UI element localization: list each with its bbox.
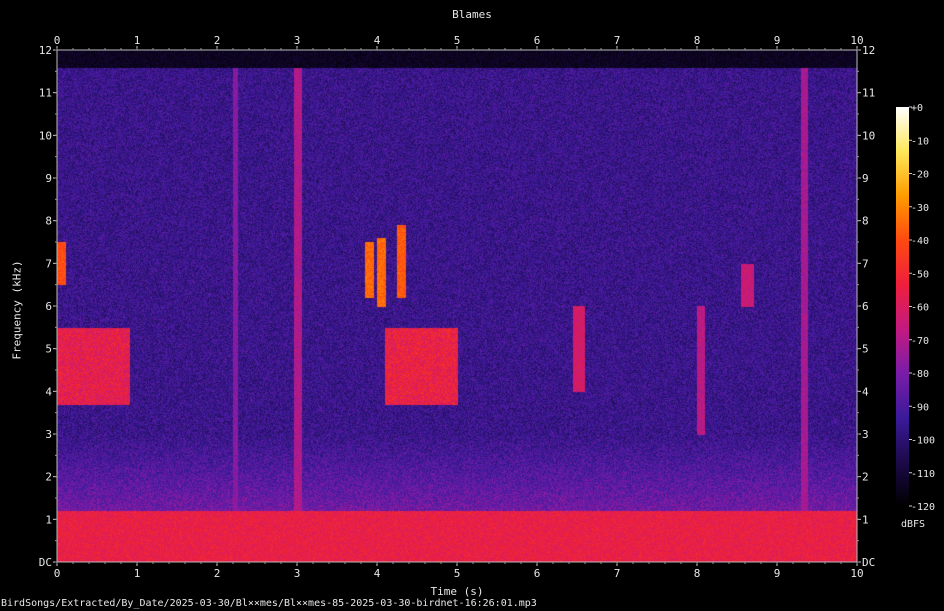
colorbar-tick-label: -40 — [911, 236, 929, 247]
y-tick-label-right: 7 — [862, 257, 869, 270]
colorbar-tick-label: -80 — [911, 369, 929, 380]
x-tick-label-top: 8 — [694, 34, 701, 47]
y-tick-label-right: 5 — [862, 343, 869, 356]
y-tick-label-left: 6 — [45, 300, 52, 313]
y-axis-label: Frequency (kHz) — [10, 260, 24, 360]
colorbar — [896, 107, 909, 506]
y-tick-label-right: 8 — [862, 215, 869, 228]
y-tick-label-right: DC — [862, 556, 875, 569]
x-tick-label-top: 5 — [454, 34, 461, 47]
x-tick-label-bottom: 1 — [134, 567, 141, 580]
colorbar-tick-label: -90 — [911, 402, 929, 413]
y-tick-label-left: 3 — [45, 428, 52, 441]
y-tick-label-left: 4 — [45, 385, 52, 398]
x-tick-label-bottom: 3 — [294, 567, 301, 580]
y-tick-label-left: 11 — [39, 87, 52, 100]
x-tick-label-bottom: 4 — [374, 567, 381, 580]
y-tick-label-left: 5 — [45, 343, 52, 356]
y-tick-label-right: 4 — [862, 385, 869, 398]
x-tick-label-top: 2 — [214, 34, 221, 47]
x-tick-label-top: 7 — [614, 34, 621, 47]
x-tick-label-top: 6 — [534, 34, 541, 47]
x-tick-label-bottom: 5 — [454, 567, 461, 580]
x-tick-label-top: 4 — [374, 34, 381, 47]
y-tick-label-right: 11 — [862, 87, 875, 100]
colorbar-tick-label: -10 — [911, 136, 929, 147]
x-tick-label-bottom: 8 — [694, 567, 701, 580]
x-tick-label-bottom: 2 — [214, 567, 221, 580]
file-path: BirdSongs/Extracted/By_Date/2025-03-30/B… — [1, 598, 537, 609]
x-tick-label-bottom: 6 — [534, 567, 541, 580]
y-tick-label-left: 1 — [45, 513, 52, 526]
y-tick-label-left: 2 — [45, 471, 52, 484]
x-tick-label-bottom: 7 — [614, 567, 621, 580]
y-tick-label-right: 10 — [862, 129, 875, 142]
colorbar-tick-label: -20 — [911, 170, 929, 181]
x-tick-label-bottom: 0 — [54, 567, 61, 580]
colorbar-tick-label: -60 — [911, 303, 929, 314]
y-tick-label-right: 1 — [862, 513, 869, 526]
spectrogram-chart: Blames 0 0 1 1 2 2 3 3 4 4 5 5 6 6 7 7 8 8 9 9 10 10 DC DC 1 1 2 2 3… — [0, 0, 944, 611]
x-axis-label: Time (s) — [430, 585, 484, 598]
colorbar-tick-label: -120 — [911, 502, 935, 513]
colorbar-tick-label: -50 — [911, 269, 929, 280]
y-tick-label-left: 9 — [45, 172, 52, 185]
y-tick-label-left: 12 — [39, 44, 52, 57]
y-tick-label-left: 7 — [45, 257, 52, 270]
colorbar-label: dBFS — [901, 519, 926, 530]
plot-frame — [56, 49, 858, 563]
y-tick-label-right: 12 — [862, 44, 875, 57]
x-tick-label-top: 0 — [54, 34, 61, 47]
y-tick-label-right: 3 — [862, 428, 869, 441]
axes-overlay: 001122334455667788991010DC DC1 12 23 34 45 56 6… — [39, 34, 935, 580]
x-tick-label-top: 9 — [774, 34, 781, 47]
y-tick-label-right: 9 — [862, 172, 869, 185]
y-tick-label-left: 10 — [39, 129, 52, 142]
colorbar-tick-label: -110 — [911, 469, 935, 480]
colorbar-tick-label: -70 — [911, 336, 929, 347]
y-tick-label-right: 2 — [862, 471, 869, 484]
y-tick-label-right: 6 — [862, 300, 869, 313]
colorbar-tick-label: +0 — [911, 103, 923, 114]
x-tick-label-top: 1 — [134, 34, 141, 47]
colorbar-tick-label: -100 — [911, 436, 935, 447]
colorbar-tick-label: -30 — [911, 203, 929, 214]
y-tick-label-left: 8 — [45, 215, 52, 228]
y-tick-label-left: DC — [39, 556, 52, 569]
x-tick-label-bottom: 9 — [774, 567, 781, 580]
x-tick-label-top: 3 — [294, 34, 301, 47]
